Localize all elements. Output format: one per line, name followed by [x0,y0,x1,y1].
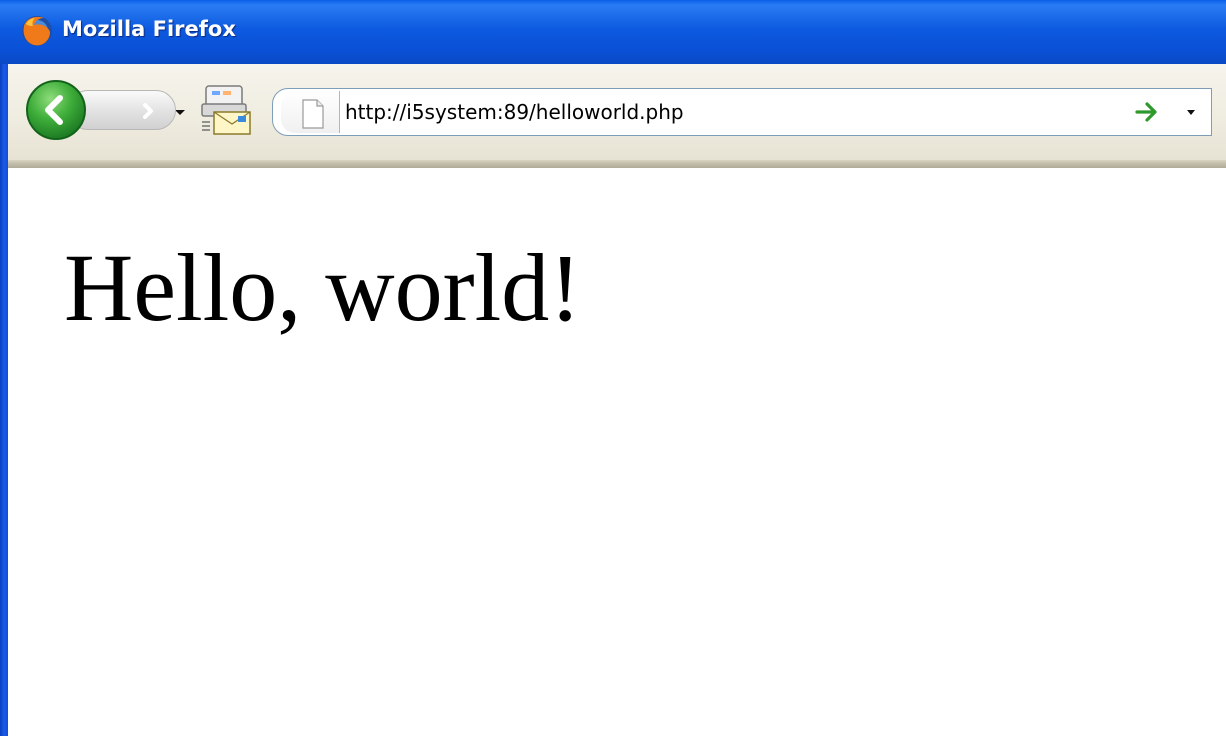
browser-window: Mozilla Firefox http://i5system:89/hello… [0,0,1226,736]
page-icon [302,99,324,129]
toolbar-divider [8,160,1226,168]
back-arrow-icon [45,95,63,125]
site-identity-button[interactable] [281,91,340,133]
url-input[interactable] [345,89,1105,135]
window-frame-left [0,64,8,736]
page-heading: Hello, world! [64,234,582,341]
page-content: Hello, world! [8,168,1226,736]
url-bar[interactable] [272,88,1212,136]
back-forward-group [20,78,185,142]
firefox-logo-icon [22,16,52,46]
title-bar[interactable]: Mozilla Firefox [0,0,1226,64]
go-arrow-icon[interactable] [1133,99,1161,125]
back-button[interactable] [26,80,86,140]
window-title: Mozilla Firefox [62,17,236,41]
mail-icon[interactable] [198,82,254,138]
chevron-down-icon[interactable] [1183,103,1199,121]
